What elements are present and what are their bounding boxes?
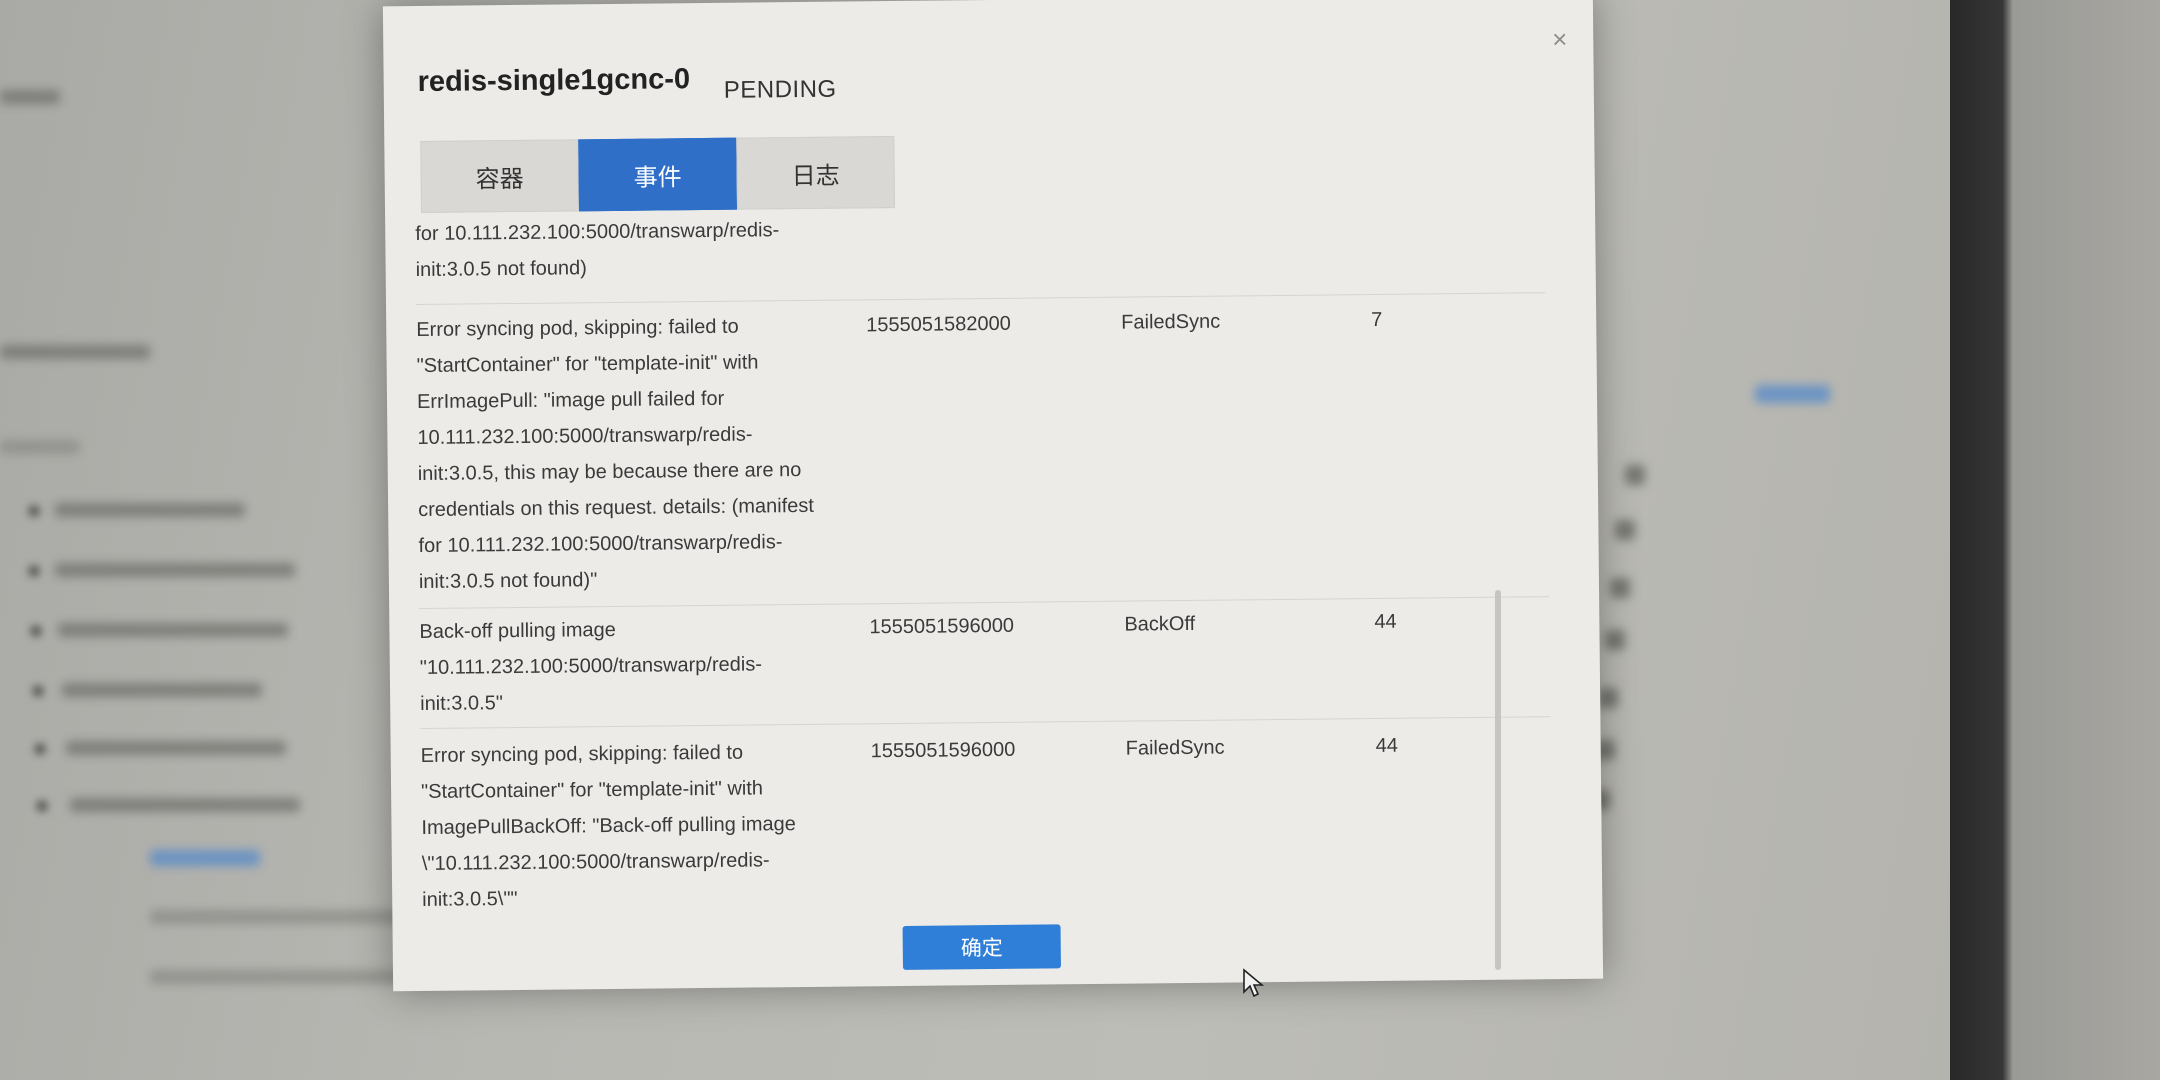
monitor-edge [1950,0,2160,1080]
tab-events[interactable]: 事件 [578,137,738,212]
event-count: 7 [1371,308,1383,332]
bg-text [58,623,288,637]
bg-text [0,345,150,359]
confirm-button[interactable]: 确定 [902,924,1061,970]
event-time: 1555051596000 [870,738,1016,763]
tab-bar: 容器 事件 日志 [420,136,896,213]
event-message: Error syncing pod, skipping: failed to "… [416,315,815,594]
bg-icon [1610,578,1630,598]
bg-bullet [28,565,40,577]
bg-text [0,90,60,104]
pod-detail-dialog: × redis-single1gcnc-0 PENDING 容器 事件 日志 f… [382,0,1604,992]
bg-bullet [32,685,44,697]
event-row: for 10.111.232.100:5000/transwarp/redis-… [415,204,1546,288]
bg-icon [1598,688,1618,708]
bg-text [66,741,286,755]
bg-text [70,798,300,812]
event-message: for 10.111.232.100:5000/transwarp/redis-… [415,219,780,282]
event-count: 44 [1374,610,1397,634]
bg-bullet [34,743,46,755]
events-scrollbar[interactable] [1495,590,1501,970]
bg-text [55,563,295,577]
close-icon[interactable]: × [1552,24,1568,55]
event-message: Error syncing pod, skipping: failed to "… [420,741,796,906]
bg-text [150,910,420,924]
tab-logs[interactable]: 日志 [736,136,896,210]
pod-name: redis-single1gcnc-0 [417,63,691,99]
bg-icon [1625,465,1645,485]
events-list[interactable]: for 10.111.232.100:5000/transwarp/redis-… [415,204,1552,906]
event-count: 44 [1375,734,1399,758]
pod-status: PENDING [723,75,837,104]
bg-icon [1605,630,1625,650]
bg-text [55,503,245,517]
event-reason: FailedSync [1121,310,1221,334]
bg-text [0,440,80,454]
event-time: 1555051582000 [866,312,1011,337]
event-message: Back-off pulling image "10.111.232.100:5… [419,618,763,716]
event-reason: FailedSync [1125,736,1225,760]
bg-bullet [28,505,40,517]
event-time [865,209,1121,284]
event-reason: BackOff [1124,612,1196,636]
bg-bullet [30,625,42,637]
tab-containers[interactable]: 容器 [420,139,580,213]
event-reason [1120,206,1371,281]
event-row: Error syncing pod, skipping: failed to "… [421,726,1553,906]
mouse-cursor-icon [1243,968,1264,998]
event-count [1370,205,1491,278]
event-time: 1555051596000 [869,614,1015,639]
event-row: Error syncing pod, skipping: failed to "… [416,300,1549,600]
bg-text [150,970,430,984]
bg-text [62,683,262,697]
bg-icon [1615,520,1635,540]
bg-bullet [36,800,48,812]
bg-button [1755,385,1830,403]
event-row: Back-off pulling image "10.111.232.100:5… [419,602,1550,722]
bg-link [150,850,260,866]
